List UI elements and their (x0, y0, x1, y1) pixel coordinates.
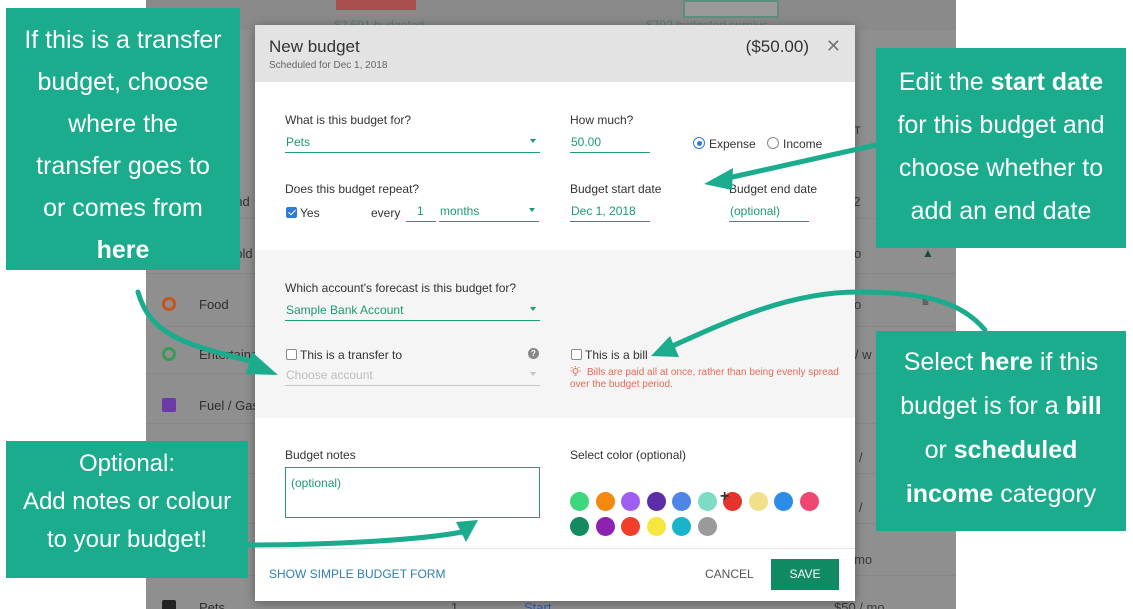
chevron-down-icon (530, 307, 536, 311)
background-menu-icon: ≡ (922, 295, 930, 309)
transfer-checkbox[interactable] (286, 349, 297, 360)
chevron-down-icon (530, 372, 536, 376)
color-swatch[interactable] (672, 492, 691, 511)
background-surplus-box (683, 0, 779, 18)
notes-textarea[interactable]: (optional) (285, 467, 540, 518)
color-swatch[interactable] (697, 517, 717, 536)
save-button[interactable]: SAVE (771, 559, 839, 590)
dialog-header: New budget Scheduled for Dec 1, 2018 ($5… (255, 25, 855, 82)
purpose-label: What is this budget for? (285, 113, 412, 127)
repeat-label: Does this budget repeat? (285, 182, 420, 196)
color-swatch[interactable] (570, 492, 589, 511)
cancel-button[interactable]: CANCEL (705, 567, 754, 581)
background-pie-icon (162, 347, 176, 361)
bill-label: This is a bill (585, 348, 648, 362)
color-swatch[interactable] (748, 492, 768, 511)
end-date-label: Budget end date (729, 182, 818, 196)
amount-input[interactable]: 50.00 (570, 133, 650, 153)
every-label: every (371, 206, 401, 220)
new-budget-dialog: New budget Scheduled for Dec 1, 2018 ($5… (255, 25, 855, 601)
background-budget-bar (336, 0, 416, 10)
transfer-label: This is a transfer to (300, 348, 403, 362)
dialog-footer: SHOW SIMPLE BUDGET FORM CANCEL SAVE (255, 548, 855, 601)
color-swatch[interactable] (799, 492, 819, 511)
notes-label: Budget notes (285, 448, 356, 462)
show-simple-form-link[interactable]: SHOW SIMPLE BUDGET FORM (269, 567, 445, 581)
background-arrow-up-icon: ▲ (922, 246, 934, 260)
repeat-yes-label: Yes (300, 206, 320, 220)
transfer-callout: If this is a transfer budget, choose whe… (6, 8, 240, 270)
color-swatch[interactable] (621, 517, 640, 536)
add-color-icon[interactable]: + (720, 488, 729, 506)
notes-callout: Optional: Add notes or colour to your bu… (6, 441, 248, 578)
color-swatch[interactable] (595, 517, 615, 536)
repeat-checkbox[interactable] (286, 207, 297, 218)
color-swatch[interactable] (672, 517, 691, 536)
help-icon[interactable]: ? (528, 348, 539, 359)
budget-details-section: What is this budget for? Pets How much? … (255, 82, 855, 250)
repeat-every-input[interactable]: 1 (406, 202, 436, 222)
repeat-period-select[interactable]: months (439, 202, 539, 222)
bill-note: Bills are paid all at once, rather than … (570, 367, 839, 390)
chevron-down-icon (529, 208, 535, 212)
color-swatch[interactable] (595, 492, 615, 511)
expense-radio[interactable] (693, 137, 705, 149)
close-icon[interactable]: ✕ (826, 36, 841, 57)
color-swatch[interactable] (646, 492, 666, 511)
dialog-title: New budget (269, 37, 360, 56)
account-section: Which account's forecast is this budget … (255, 250, 855, 418)
bill-checkbox[interactable] (571, 349, 582, 360)
account-label: Which account's forecast is this budget … (285, 281, 517, 295)
income-label: Income (783, 137, 823, 151)
start-date-callout: Edit the start date for this budget and … (876, 48, 1126, 248)
dialog-amount: ($50.00) (745, 37, 809, 56)
color-swatch[interactable] (621, 492, 640, 511)
dialog-subtitle: Scheduled for Dec 1, 2018 (269, 60, 388, 71)
color-label: Select color (optional) (570, 448, 687, 462)
start-date-input[interactable]: Dec 1, 2018 (570, 202, 650, 222)
background-folder-icon (162, 600, 176, 609)
color-swatch[interactable] (697, 492, 717, 511)
color-swatch[interactable] (774, 492, 793, 511)
color-swatch[interactable] (646, 517, 666, 536)
chevron-down-icon (530, 139, 536, 143)
account-select[interactable]: Sample Bank Account (285, 301, 540, 321)
income-radio[interactable] (767, 137, 779, 149)
notes-color-section: Budget notes (optional) Select color (op… (255, 418, 855, 548)
amount-label: How much? (570, 113, 634, 127)
transfer-account-select[interactable]: Choose account (285, 366, 540, 386)
end-date-input[interactable]: (optional) (729, 202, 809, 222)
background-pie-icon (162, 297, 176, 311)
background-fuel-icon (162, 398, 176, 412)
expense-label: Expense (709, 137, 756, 151)
bill-callout: Select here if this budget is for a bill… (876, 331, 1126, 531)
purpose-select[interactable]: Pets (285, 133, 540, 153)
start-date-label: Budget start date (570, 182, 662, 196)
color-swatch[interactable] (570, 517, 589, 536)
